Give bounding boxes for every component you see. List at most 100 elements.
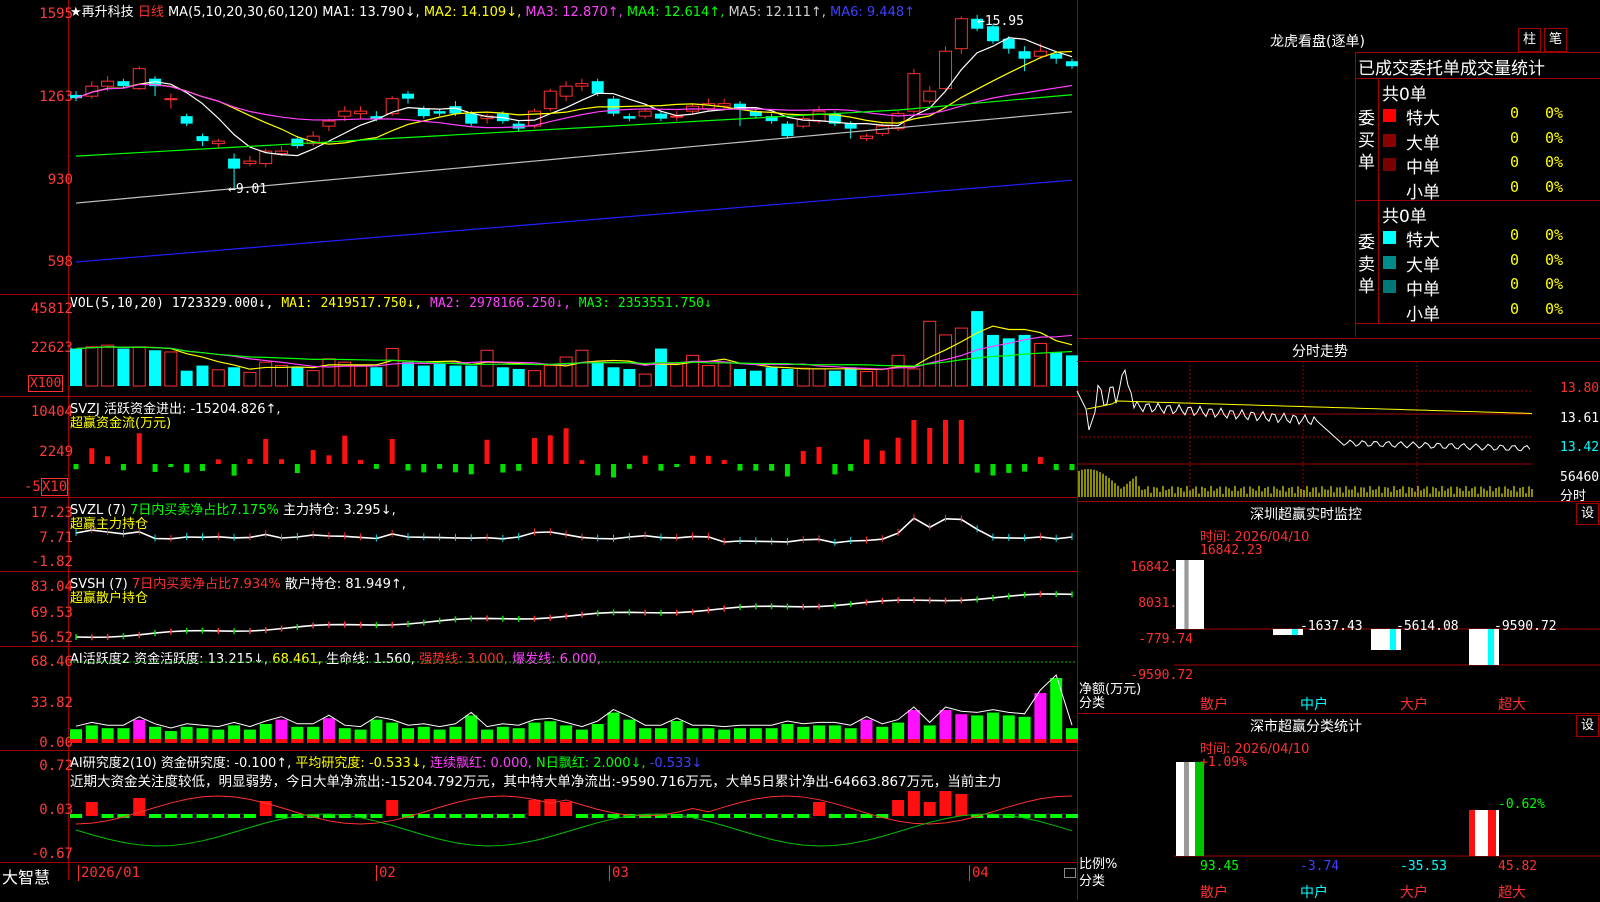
ma2-line — [75, 50, 1073, 145]
lhb-tabs[interactable]: 已成交委托单成交量统计 — [1358, 54, 1545, 79]
candle-body — [1018, 51, 1031, 59]
volume-bar — [734, 368, 746, 386]
flow-bar — [547, 435, 553, 464]
research-bar — [575, 814, 588, 818]
ma3-line — [75, 83, 1073, 129]
research-bar — [243, 814, 256, 818]
activity-base — [85, 739, 98, 743]
fl-cat-3: 大户 — [1400, 885, 1428, 901]
flow-bar — [990, 464, 996, 476]
research-bar — [797, 814, 810, 818]
activity-base — [465, 739, 478, 743]
flow-bar — [168, 464, 174, 467]
sz-bar-sanhu-shade — [1184, 560, 1189, 629]
flow-bar — [1037, 457, 1043, 464]
volume-bar — [259, 361, 273, 387]
activity-bar — [607, 712, 620, 743]
volume-chart[interactable] — [0, 294, 1078, 396]
buy-swatch-0 — [1383, 109, 1396, 122]
sz-bar-chaoda-accent — [1488, 629, 1494, 665]
flow-bar — [658, 464, 664, 471]
flow-bar — [152, 464, 158, 472]
buy-pct-0: 0% — [1545, 104, 1564, 122]
sell-name-0: 特大 — [1406, 231, 1440, 251]
research-bar — [433, 814, 446, 818]
research-bar — [85, 802, 98, 816]
activity-base — [670, 739, 683, 743]
activity-base — [275, 739, 288, 743]
research-bar — [196, 814, 209, 818]
volume-bar — [132, 346, 146, 387]
candle-body — [575, 83, 589, 87]
candle-body — [338, 110, 352, 117]
research-bar — [164, 814, 177, 818]
volume-bar — [417, 365, 430, 386]
activity-base — [876, 739, 889, 743]
volume-bar — [765, 367, 778, 386]
flow-bar — [1006, 464, 1012, 473]
candlestick-chart[interactable] — [0, 0, 1078, 294]
sell-pct-0: 0% — [1545, 226, 1564, 244]
sz-monitor-chart[interactable] — [1077, 501, 1600, 701]
volume-bar — [370, 367, 383, 386]
activity-base — [860, 739, 873, 743]
candle-body — [812, 110, 826, 122]
flow-bar — [563, 428, 569, 464]
volume-bar — [322, 358, 336, 387]
activity-base — [149, 739, 162, 743]
fl-bar-chaoda-red-left — [1469, 810, 1475, 856]
activity-base — [322, 739, 335, 743]
flow-bar — [531, 437, 537, 464]
flow-bar — [848, 464, 854, 471]
flow-bar — [136, 433, 142, 464]
lhb-line-4 — [1355, 323, 1600, 324]
fl-cat-4: 超大 — [1498, 885, 1526, 901]
buy-pct-3: 0% — [1545, 177, 1564, 196]
ai2-chart[interactable] — [0, 750, 1078, 862]
fl-cat-1: 散户 — [1200, 885, 1228, 901]
activity-base — [1002, 739, 1015, 743]
activity-base — [133, 739, 146, 743]
activity-bar — [971, 715, 984, 743]
activity-base — [101, 739, 114, 743]
sell-swatch-2 — [1383, 280, 1396, 293]
volume-bar — [402, 362, 414, 386]
flow-bar — [579, 460, 585, 464]
sell-swatch-1 — [1383, 255, 1396, 269]
volume-bar — [164, 351, 178, 387]
fs-vol-label: 56460 — [1560, 470, 1600, 485]
svzj-chart[interactable] — [0, 396, 1077, 497]
flow-bar — [452, 464, 458, 473]
activity-base — [481, 739, 494, 743]
research-bar — [481, 814, 494, 818]
lhb-line-1 — [1355, 52, 1600, 53]
candle-body — [101, 80, 115, 87]
fl-bar-sanhu-shade — [1184, 762, 1189, 856]
volume-bar — [575, 349, 589, 387]
research-bar — [702, 814, 715, 818]
flow-bar — [642, 455, 648, 464]
sell-name-1: 大单 — [1406, 255, 1440, 276]
buy-count-0: 0 — [1510, 104, 1520, 122]
volume-bar — [354, 365, 368, 387]
sell-name-2: 中单 — [1406, 280, 1440, 300]
volume-bar — [211, 369, 225, 387]
pen-mode-button[interactable]: 笔 — [1544, 28, 1567, 52]
flow-bar — [595, 464, 601, 476]
buy-count-2: 0 — [1510, 153, 1520, 171]
activity-base — [702, 739, 715, 743]
candle-body — [559, 85, 573, 97]
activity-base — [639, 739, 652, 743]
intraday-chart[interactable] — [1076, 361, 1600, 501]
volume-bar — [781, 368, 794, 386]
lock-icon[interactable] — [1064, 868, 1076, 878]
activity-base — [433, 739, 446, 743]
flow-bar — [184, 464, 190, 473]
svzl-chart[interactable] — [0, 497, 1077, 571]
ai1-chart[interactable] — [0, 646, 1078, 750]
activity-base — [354, 739, 367, 743]
svsh-chart[interactable] — [0, 571, 1077, 646]
fs-avg-line — [1086, 400, 1533, 414]
volume-bar — [859, 371, 873, 387]
bar-mode-button[interactable]: 柱 — [1518, 28, 1541, 52]
